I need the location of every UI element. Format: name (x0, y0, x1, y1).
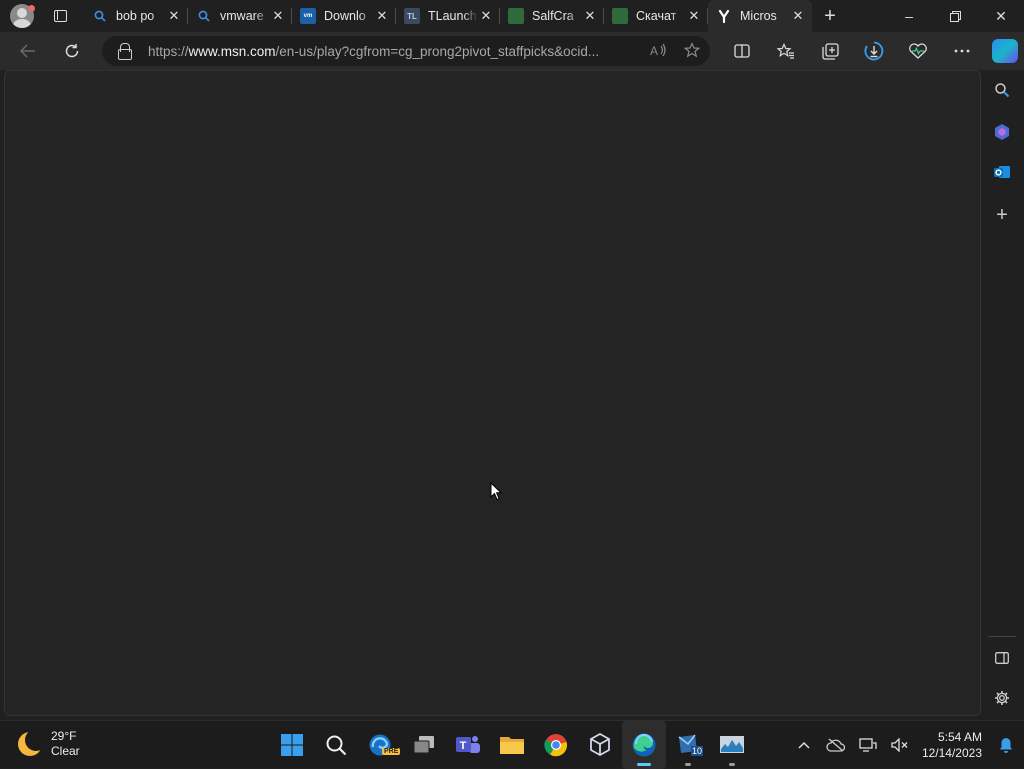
search-icon (196, 8, 212, 24)
tab-tlauncher[interactable]: TL TLaunch ✕ (396, 0, 500, 32)
vmware-icon: vm (300, 8, 316, 24)
lock-icon[interactable] (118, 43, 132, 60)
weather-widget[interactable]: 29°F Clear (18, 729, 80, 759)
tab-skachat[interactable]: Скачат ✕ (604, 0, 708, 32)
notification-dot (28, 5, 35, 12)
start-button[interactable] (270, 721, 314, 769)
system-tray: 5:54 AM 12/14/2023 (788, 721, 1024, 769)
favorite-star-icon[interactable] (683, 41, 701, 61)
notification-bell-icon[interactable] (992, 721, 1020, 769)
sidebar-divider (988, 636, 1016, 637)
tab-download[interactable]: vm Downlo ✕ (292, 0, 396, 32)
edge-sidebar: + (982, 70, 1024, 716)
minecraft-icon (612, 8, 628, 24)
close-icon[interactable]: ✕ (478, 8, 494, 24)
moon-icon (18, 729, 47, 756)
tab-title: Micros (740, 9, 777, 23)
tab-title: Скачат (636, 9, 677, 23)
virtualbox-badge: 10 (691, 746, 704, 756)
windows-taskbar: 29°F Clear PRE T 10 5:54 AM 12/14/2023 (0, 720, 1024, 769)
running-indicator (729, 763, 735, 766)
tab-title: SalfCra (532, 9, 574, 23)
close-icon[interactable]: ✕ (686, 8, 702, 24)
virtualbox-app-icon[interactable]: 10 (666, 721, 710, 769)
downloads-button[interactable] (852, 35, 896, 67)
edge-preview-app[interactable]: PRE (358, 721, 402, 769)
system-clock[interactable]: 5:54 AM 12/14/2023 (916, 729, 992, 761)
onedrive-off-icon[interactable] (820, 721, 852, 769)
resource-monitor-icon[interactable] (710, 721, 754, 769)
close-icon[interactable]: ✕ (270, 8, 286, 24)
browser-toolbar: https://www.msn.com/en-us/play?cgfrom=cg… (0, 32, 1024, 70)
close-icon[interactable]: ✕ (374, 8, 390, 24)
tab-bob[interactable]: bob po ✕ (84, 0, 188, 32)
close-icon[interactable]: ✕ (166, 8, 182, 24)
sidebar-designer-icon[interactable] (982, 116, 1022, 148)
refresh-button[interactable] (54, 35, 90, 67)
file-explorer-icon[interactable] (490, 721, 534, 769)
close-icon[interactable]: ✕ (582, 8, 598, 24)
edge-pre-badge: PRE (382, 748, 401, 755)
url-host: www.msn.com (188, 43, 276, 59)
task-view-icon[interactable] (402, 721, 446, 769)
read-aloud-icon[interactable]: A (650, 43, 668, 60)
sidebar-search-icon[interactable] (982, 74, 1022, 106)
tab-microsoft-play[interactable]: Micros ✕ (708, 0, 812, 32)
tab-salfcraft[interactable]: SalfCra ✕ (500, 0, 604, 32)
minimize-button[interactable]: – (886, 0, 932, 32)
close-icon[interactable]: ✕ (790, 8, 806, 24)
address-bar[interactable]: https://www.msn.com/en-us/play?cgfrom=cg… (102, 36, 710, 66)
teams-app-icon[interactable]: T (446, 721, 490, 769)
weather-condition: Clear (51, 744, 80, 758)
tlauncher-icon: TL (404, 8, 420, 24)
svg-text:T: T (460, 740, 467, 752)
favorites-button[interactable] (764, 35, 808, 67)
tab-vmware[interactable]: vmware ✕ (188, 0, 292, 32)
show-hidden-icons-chevron-up-icon[interactable] (788, 721, 820, 769)
sidebar-outlook-icon[interactable] (982, 156, 1022, 188)
active-indicator (637, 763, 651, 766)
profile-button[interactable] (0, 0, 44, 32)
taskbar-search-icon[interactable] (314, 721, 358, 769)
search-icon (92, 8, 108, 24)
tab-title: bob po (116, 9, 155, 23)
tab-title: Downlo (324, 9, 366, 23)
tab-actions-icon (53, 10, 67, 22)
sidebar-settings-gear-icon[interactable] (982, 682, 1022, 714)
tab-actions-button[interactable] (44, 0, 76, 32)
back-button[interactable] (10, 35, 46, 67)
running-indicator (685, 763, 691, 766)
clock-time: 5:54 AM (937, 730, 982, 744)
new-tab-button[interactable]: + (812, 0, 848, 32)
window-controls: – ✕ (886, 0, 1024, 32)
chrome-app-icon[interactable] (534, 721, 578, 769)
svg-text:A: A (650, 44, 658, 57)
url-text[interactable]: https://www.msn.com/en-us/play?cgfrom=cg… (148, 44, 626, 59)
msn-play-icon (716, 8, 732, 24)
network-icon[interactable] (852, 721, 884, 769)
mouse-cursor (490, 481, 503, 506)
volume-muted-icon[interactable] (884, 721, 916, 769)
tab-title: vmware (220, 9, 264, 23)
more-options-button[interactable] (940, 35, 984, 67)
page-content[interactable] (4, 70, 981, 716)
close-window-button[interactable]: ✕ (978, 0, 1024, 32)
clock-date: 12/14/2023 (921, 746, 982, 760)
collections-button[interactable] (808, 35, 852, 67)
weather-temp: 29°F (51, 729, 77, 743)
sidebar-hide-button[interactable] (982, 642, 1022, 674)
tab-strip: bob po ✕ vmware ✕ vm Downlo ✕ TL TLaunch… (0, 0, 1024, 32)
browser-essentials-button[interactable] (896, 35, 940, 67)
url-path: /en-us/play?cgfrom=cg_prong2pivot_staffp… (275, 43, 600, 59)
sidebar-add-button[interactable]: + (982, 199, 1022, 231)
split-screen-button[interactable] (720, 35, 764, 67)
virtualbox-cube-icon[interactable] (578, 721, 622, 769)
url-scheme: https:// (148, 43, 189, 59)
minecraft-icon (508, 8, 524, 24)
tab-title: TLaunch (428, 9, 477, 23)
edge-browser-app[interactable] (622, 721, 666, 769)
copilot-button[interactable] (992, 39, 1018, 63)
restore-button[interactable] (932, 0, 978, 32)
